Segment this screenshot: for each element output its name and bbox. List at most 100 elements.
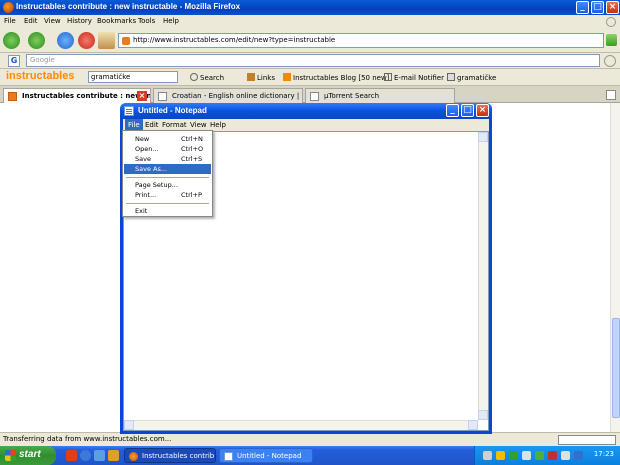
tab-close-icon[interactable]: × [137, 91, 147, 101]
reload-icon[interactable] [57, 32, 74, 49]
links-button[interactable]: Links [247, 73, 275, 82]
page-icon [310, 92, 319, 101]
tray-language-icon[interactable] [574, 451, 583, 460]
google-toolbar: G Google [0, 53, 620, 69]
task-notepad[interactable]: Untitled - Notepad [219, 448, 313, 463]
start-button[interactable]: start [0, 446, 56, 465]
page-scrollbar[interactable] [610, 103, 620, 432]
email-notifier-button[interactable]: E-mail Notifier [384, 73, 444, 82]
all-tabs-icon[interactable] [606, 90, 616, 100]
page-icon [158, 92, 167, 101]
menu-view[interactable]: View [44, 17, 61, 25]
stop-icon[interactable] [78, 32, 95, 49]
menu-edit[interactable]: Edit [24, 17, 38, 25]
task-firefox[interactable]: Instructables contrib... [124, 448, 216, 463]
file-menu-page-setup-label: Page Setup... [135, 181, 178, 189]
site-favicon-icon [122, 37, 130, 45]
task-firefox-label: Instructables contrib... [142, 452, 216, 460]
file-menu-save-as[interactable]: Save As... [124, 164, 211, 174]
google-logo-icon[interactable]: G [8, 55, 20, 67]
back-icon[interactable] [3, 32, 20, 49]
go-icon[interactable] [606, 34, 617, 46]
tab-croatian-dictionary[interactable]: Croatian - English online dictionary | H… [153, 88, 303, 103]
url-bar[interactable]: http://www.instructables.com/edit/new?ty… [118, 33, 604, 48]
instructables-toolbar: instructables gramatičke Search Links In… [0, 69, 620, 86]
tab-utorrent-search[interactable]: µTorrent Search [305, 88, 455, 103]
status-text: Transferring data from www.instructables… [3, 435, 172, 443]
firefox-title-bar[interactable]: Instructables contribute : new instructa… [0, 0, 620, 15]
tray-shield-icon[interactable] [496, 451, 505, 460]
notepad-maximize-button[interactable]: □ [461, 104, 474, 117]
forward-icon[interactable] [28, 32, 45, 49]
tab-utorrent-search-label: µTorrent Search [324, 92, 380, 100]
instructables-logo[interactable]: instructables [6, 70, 74, 82]
file-menu-save-label: Save [135, 155, 151, 163]
scrollbar-thumb[interactable] [612, 318, 620, 418]
instructables-search-value: gramatičke [91, 73, 131, 81]
menu-history[interactable]: History [67, 17, 92, 25]
magnifier-icon[interactable] [604, 55, 616, 67]
system-tray: 17:23 [474, 446, 620, 465]
menu-tools[interactable]: Tools [138, 17, 155, 25]
tray-update-icon[interactable] [535, 451, 544, 460]
progress-bar [558, 435, 616, 445]
menu-help[interactable]: Help [163, 17, 179, 25]
notepad-title-bar[interactable]: Untitled - Notepad _ □ × [120, 103, 492, 119]
file-menu-open[interactable]: Open... Ctrl+O [124, 144, 211, 154]
tray-app-icon[interactable] [483, 451, 492, 460]
tray-antivirus-icon[interactable] [548, 451, 557, 460]
instructables-search-input[interactable]: gramatičke [88, 71, 178, 83]
firefox-icon [129, 452, 138, 461]
file-menu-exit-label: Exit [135, 207, 148, 215]
scroll-left-icon[interactable] [124, 420, 134, 430]
notepad-horizontal-scrollbar[interactable] [124, 420, 478, 430]
google-search-input[interactable]: Google [26, 54, 600, 67]
search-button[interactable]: Search [190, 73, 224, 82]
file-menu-exit[interactable]: Exit [124, 206, 211, 216]
taskbar: start Instructables contrib... Untitled … [0, 446, 620, 465]
tray-utorrent-icon[interactable] [509, 451, 518, 460]
blog-button[interactable]: Instructables Blog [50 new] [283, 73, 389, 82]
file-menu-print-shortcut: Ctrl+P [181, 191, 202, 199]
menu-bookmarks[interactable]: Bookmarks [97, 17, 136, 25]
tab-croatian-dictionary-label: Croatian - English online dictionary | H… [172, 92, 303, 100]
notepad-close-button[interactable]: × [476, 104, 489, 117]
notepad-minimize-button[interactable]: _ [446, 104, 459, 117]
notepad-vertical-scrollbar[interactable] [478, 132, 488, 420]
scroll-up-icon[interactable] [478, 132, 488, 142]
google-search-placeholder: Google [30, 56, 55, 64]
url-text: http://www.instructables.com/edit/new?ty… [133, 36, 336, 44]
file-menu-open-shortcut: Ctrl+O [181, 145, 204, 153]
file-menu-new-label: New [135, 135, 150, 143]
gramaticke-label: gramatičke [457, 74, 497, 82]
instructables-favicon-icon [8, 92, 17, 101]
clock[interactable]: 17:23 [594, 450, 614, 458]
tray-network-icon[interactable] [522, 451, 531, 460]
navigation-toolbar: http://www.instructables.com/edit/new?ty… [0, 29, 620, 53]
internet-explorer-icon[interactable] [80, 450, 91, 461]
file-menu-page-setup[interactable]: Page Setup... [124, 180, 211, 190]
maximize-button[interactable]: □ [591, 1, 604, 14]
blog-button-label: Instructables Blog [50 new] [293, 74, 390, 82]
file-menu-new[interactable]: New Ctrl+N [124, 134, 211, 144]
home-icon[interactable] [98, 32, 115, 49]
tab-instructables[interactable]: Instructables contribute : new in... × [3, 88, 151, 103]
file-menu-dropdown: New Ctrl+N Open... Ctrl+O Save Ctrl+S Sa… [122, 130, 213, 217]
scroll-right-icon[interactable] [468, 420, 478, 430]
gramaticke-button[interactable]: gramatičke [447, 73, 496, 82]
file-menu-new-shortcut: Ctrl+N [181, 135, 203, 143]
quicklaunch-folder-icon[interactable] [108, 450, 119, 461]
menu-file[interactable]: File [4, 17, 16, 25]
minimize-button[interactable]: _ [576, 1, 589, 14]
close-button[interactable]: × [606, 1, 619, 14]
file-menu-print[interactable]: Print... Ctrl+P [124, 190, 211, 200]
window-title: Instructables contribute : new instructa… [16, 2, 241, 11]
quicklaunch-app-icon[interactable] [66, 450, 77, 461]
show-desktop-icon[interactable] [94, 450, 105, 461]
email-notifier-label: E-mail Notifier [394, 74, 444, 82]
task-notepad-label: Untitled - Notepad [237, 452, 302, 460]
file-menu-save[interactable]: Save Ctrl+S [124, 154, 211, 164]
tray-volume-icon[interactable] [561, 451, 570, 460]
start-label: start [19, 449, 41, 460]
scroll-down-icon[interactable] [478, 410, 488, 420]
